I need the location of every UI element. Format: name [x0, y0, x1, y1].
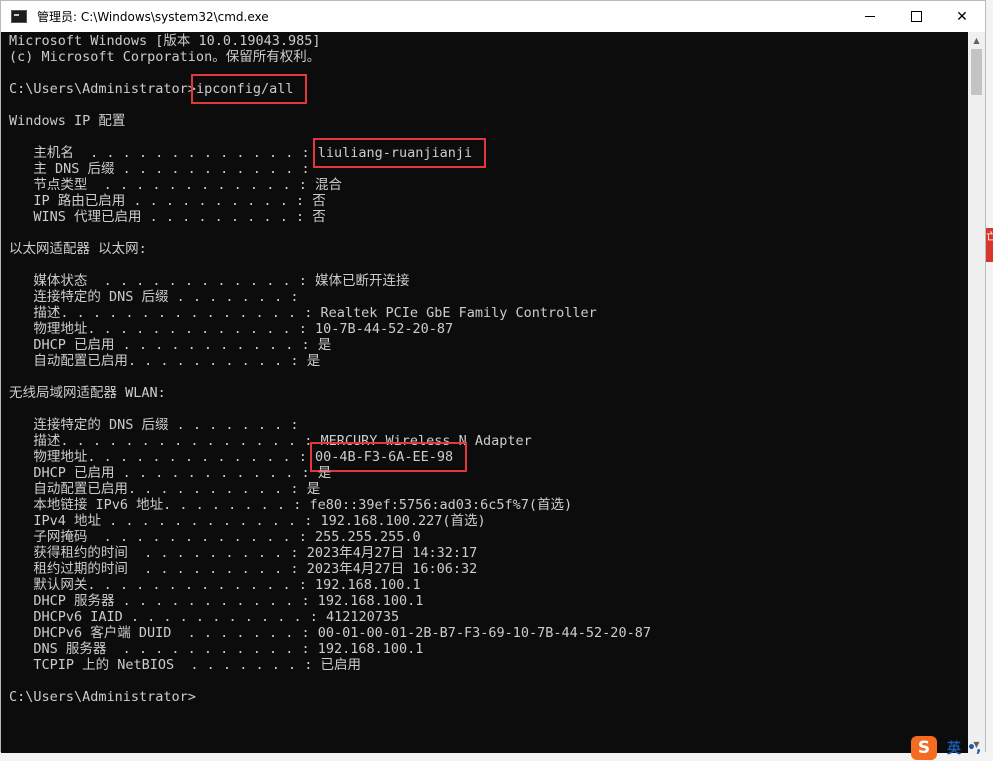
title-bar[interactable]: 管理员: C:\Windows\system32\cmd.exe ✕: [1, 1, 985, 32]
console-line: DNS 服务器 . . . . . . . . . . . : 192.168.…: [9, 641, 424, 657]
console-line: (c) Microsoft Corporation。保留所有权利。: [9, 49, 321, 65]
console-line: DHCP 已启用 . . . . . . . . . . . : 是: [9, 465, 332, 481]
console-line: 主 DNS 后缀 . . . . . . . . . . . :: [9, 161, 310, 177]
console-line: DHCP 已启用 . . . . . . . . . . . : 是: [9, 337, 332, 353]
console-line: DHCPv6 客户端 DUID . . . . . . . : 00-01-00…: [9, 625, 651, 641]
desktop-edge-badge: 亡: [986, 228, 993, 262]
console-line: TCPIP 上的 NetBIOS . . . . . . . : 已启用: [9, 657, 361, 673]
console-line: C:\Users\Administrator>: [9, 689, 196, 705]
console-line: 描述. . . . . . . . . . . . . . . : Realte…: [9, 305, 597, 321]
console-line: DHCPv6 IAID . . . . . . . . . . . : 4121…: [9, 609, 400, 625]
minimize-button[interactable]: [847, 1, 893, 32]
highlighted-value: ipconfig/all: [190, 74, 308, 104]
close-button[interactable]: ✕: [939, 1, 985, 32]
console-line: 本地链接 IPv6 地址. . . . . . . . : fe80::39ef…: [9, 497, 573, 513]
highlight-box: [309, 442, 468, 472]
cmd-window: 管理员: C:\Windows\system32\cmd.exe ✕ Micro…: [0, 0, 986, 753]
console-line: 租约过期的时间 . . . . . . . . . : 2023年4月27日 1…: [9, 561, 478, 577]
highlighted-value: 00-4B-F3-6A-EE-98: [309, 442, 468, 472]
maximize-icon: [910, 11, 922, 22]
window-title: 管理员: C:\Windows\system32\cmd.exe: [37, 10, 269, 24]
close-icon: ✕: [956, 8, 968, 25]
console-line: 自动配置已启用. . . . . . . . . . : 是: [9, 353, 321, 369]
console-line: IP 路由已启用 . . . . . . . . . . : 否: [9, 193, 326, 209]
desktop-background: [986, 0, 993, 761]
sogou-ime-icon[interactable]: S: [911, 735, 937, 760]
console-line: 以太网适配器 以太网:: [9, 241, 147, 257]
console-line: Microsoft Windows [版本 10.0.19043.985]: [9, 33, 321, 49]
console-line: C:\Users\Administrator>ipconfig/all: [9, 74, 308, 104]
console-line: 无线局域网适配器 WLAN:: [9, 385, 166, 401]
maximize-button[interactable]: [893, 1, 939, 32]
console-line: DHCP 服务器 . . . . . . . . . . . : 192.168…: [9, 593, 424, 609]
console-line: 默认网关. . . . . . . . . . . . . : 192.168.…: [9, 577, 421, 593]
console-line: IPv4 地址 . . . . . . . . . . . . : 192.16…: [9, 513, 486, 529]
scroll-up-icon[interactable]: ▲: [968, 32, 985, 49]
console-line: 物理地址. . . . . . . . . . . . . : 10-7B-44…: [9, 321, 454, 337]
ime-toolbar[interactable]: S 英 •,: [911, 734, 993, 761]
scrollbar-thumb[interactable]: [971, 49, 982, 95]
console-line: Windows IP 配置: [9, 113, 126, 129]
console-line: 子网掩码 . . . . . . . . . . . . : 255.255.2…: [9, 529, 421, 545]
cmd-app-icon[interactable]: [11, 10, 27, 23]
vertical-scrollbar[interactable]: ▲ ▼: [968, 32, 985, 753]
console-line: 自动配置已启用. . . . . . . . . . : 是: [9, 481, 321, 497]
ime-punctuation-toggle[interactable]: •,: [967, 740, 981, 756]
minimize-icon: [865, 16, 875, 17]
console-line: 连接特定的 DNS 后缀 . . . . . . . :: [9, 417, 299, 433]
console-line: 获得租约的时间 . . . . . . . . . : 2023年4月27日 1…: [9, 545, 478, 561]
taskbar-strip: [0, 752, 993, 761]
highlight-box: [190, 74, 308, 104]
console-line: 连接特定的 DNS 后缀 . . . . . . . :: [9, 289, 299, 305]
console-line: 主机名 . . . . . . . . . . . . . : liuliang…: [9, 138, 487, 168]
console-line: 媒体状态 . . . . . . . . . . . . : 媒体已断开连接: [9, 273, 410, 289]
highlight-box: [312, 138, 487, 168]
console-line: WINS 代理已启用 . . . . . . . . . : 否: [9, 209, 326, 225]
console-line: 节点类型 . . . . . . . . . . . . : 混合: [9, 177, 342, 193]
ime-language-toggle[interactable]: 英: [947, 738, 961, 758]
console-output[interactable]: Microsoft Windows [版本 10.0.19043.985] (c)…: [1, 32, 968, 753]
console-line: 物理地址. . . . . . . . . . . . . : 00-4B-F3…: [9, 442, 468, 472]
highlighted-value: liuliang-ruanjianji: [312, 138, 487, 168]
